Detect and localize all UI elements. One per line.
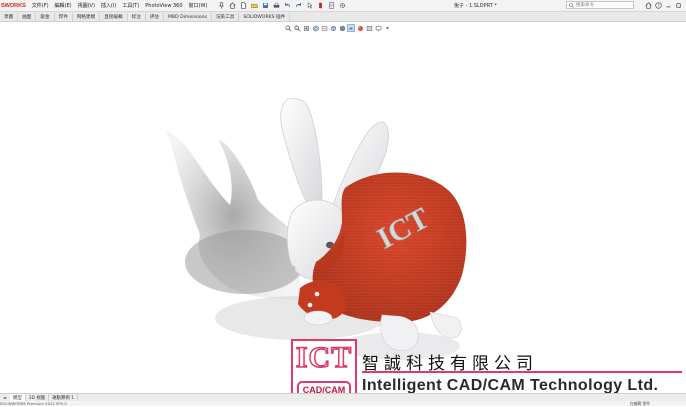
previous-view-icon[interactable] bbox=[302, 24, 310, 32]
search-icon bbox=[569, 2, 574, 8]
menu-file[interactable]: 文件(F) bbox=[32, 2, 49, 9]
document-title: 兔子 - 1.SLDPRT * bbox=[454, 3, 497, 9]
help-home-icon[interactable] bbox=[644, 1, 652, 9]
dynamic-annotation-icon[interactable] bbox=[320, 24, 328, 32]
section-view-icon[interactable] bbox=[311, 24, 319, 32]
tab-mesh-modeling[interactable]: 网格建模 bbox=[73, 13, 101, 21]
rabbit-model: ICT bbox=[165, 97, 467, 360]
menu-edit[interactable]: 編輯(E) bbox=[55, 2, 72, 9]
company-divider bbox=[362, 371, 682, 373]
model-tabs-bar: ◂▸ 模型 3D 視圖 運動算例 1 bbox=[0, 393, 686, 401]
home-icon[interactable] bbox=[228, 2, 236, 10]
minimize-icon[interactable] bbox=[664, 1, 672, 9]
rebuild-icon[interactable] bbox=[316, 2, 324, 10]
tab-sketch[interactable]: 草圖 bbox=[0, 13, 19, 21]
zoom-to-fit-icon[interactable] bbox=[284, 24, 292, 32]
menu-bar: SWORKS 文件(F) 編輯(E) 視圖(V) 插入(I) 工具(T) Pho… bbox=[0, 0, 686, 12]
undo-icon[interactable] bbox=[283, 2, 291, 10]
tab-evaluate[interactable]: 評估 bbox=[146, 13, 164, 21]
menu-insert[interactable]: 插入(I) bbox=[101, 2, 116, 9]
svg-text:?: ? bbox=[657, 3, 659, 8]
tab-mbd-dimensions[interactable]: MBD Dimensions bbox=[164, 13, 212, 21]
view-orientation-icon[interactable] bbox=[329, 24, 337, 32]
options-gear-icon[interactable] bbox=[338, 2, 346, 10]
menu-view[interactable]: 視圖(V) bbox=[78, 2, 95, 9]
hide-show-icon[interactable] bbox=[347, 24, 355, 32]
quick-access-toolbar bbox=[217, 2, 349, 10]
tab-render-tools[interactable]: 渲染工具 bbox=[212, 13, 240, 21]
edit-appearance-icon[interactable] bbox=[356, 24, 364, 32]
status-product: SOLIDWORKS Premium 2022 SP5.0 bbox=[0, 401, 67, 406]
app-logo[interactable]: SWORKS bbox=[1, 3, 26, 9]
tab-3d-views[interactable]: 3D 視圖 bbox=[26, 394, 50, 401]
sweater-button bbox=[307, 302, 313, 308]
open-folder-icon[interactable] bbox=[250, 2, 258, 10]
select-icon[interactable] bbox=[305, 2, 313, 10]
redo-icon[interactable] bbox=[294, 2, 302, 10]
tab-surfaces[interactable]: 曲面 bbox=[18, 13, 37, 21]
new-document-icon[interactable] bbox=[239, 2, 247, 10]
file-properties-icon[interactable] bbox=[327, 2, 335, 10]
tab-solidworks-addins[interactable]: SOLIDWORKS 插件 bbox=[239, 13, 291, 21]
apply-scene-icon[interactable] bbox=[365, 24, 373, 32]
search-input[interactable]: 搜索命令 bbox=[566, 1, 634, 9]
menu-window[interactable]: 窗口(W) bbox=[189, 2, 208, 9]
display-style-icon[interactable] bbox=[338, 24, 346, 32]
tab-sheet-metal[interactable]: 鈑金 bbox=[36, 13, 55, 21]
view-settings-icon[interactable] bbox=[374, 24, 382, 32]
print-icon[interactable] bbox=[272, 2, 280, 10]
zoom-area-icon[interactable] bbox=[293, 24, 301, 32]
logo-ict-text: ICT bbox=[295, 340, 353, 375]
help-icon[interactable]: ? bbox=[654, 1, 662, 9]
tab-motion-study[interactable]: 運動算例 1 bbox=[49, 394, 78, 401]
heads-up-view-toolbar bbox=[284, 23, 392, 33]
status-bar: SOLIDWORKS Premium 2022 SP5.0 在編輯 零件 bbox=[0, 401, 686, 406]
tab-markup[interactable]: 标注 bbox=[128, 13, 146, 21]
save-icon[interactable] bbox=[261, 2, 269, 10]
display-pane-icon[interactable] bbox=[383, 24, 391, 32]
pin-icon[interactable] bbox=[217, 2, 225, 10]
search-placeholder: 搜索命令 bbox=[576, 3, 594, 8]
menu-photoview[interactable]: PhotoView 360 bbox=[145, 3, 182, 9]
tab-scroll-arrows-icon[interactable]: ◂▸ bbox=[0, 395, 10, 400]
window-controls: ? bbox=[644, 1, 684, 9]
tab-model[interactable]: 模型 bbox=[10, 394, 26, 401]
restore-icon[interactable] bbox=[674, 1, 682, 9]
command-manager-tabs: 草圖 曲面 鈑金 焊件 网格建模 直接編輯 标注 評估 MBD Dimensio… bbox=[0, 12, 686, 22]
menu-tools[interactable]: 工具(T) bbox=[122, 2, 139, 9]
tab-weldments[interactable]: 焊件 bbox=[55, 13, 73, 21]
sweater-button bbox=[314, 291, 320, 297]
tab-direct-editing[interactable]: 直接編輯 bbox=[100, 13, 128, 21]
graphics-area[interactable]: ICT bbox=[0, 22, 686, 393]
